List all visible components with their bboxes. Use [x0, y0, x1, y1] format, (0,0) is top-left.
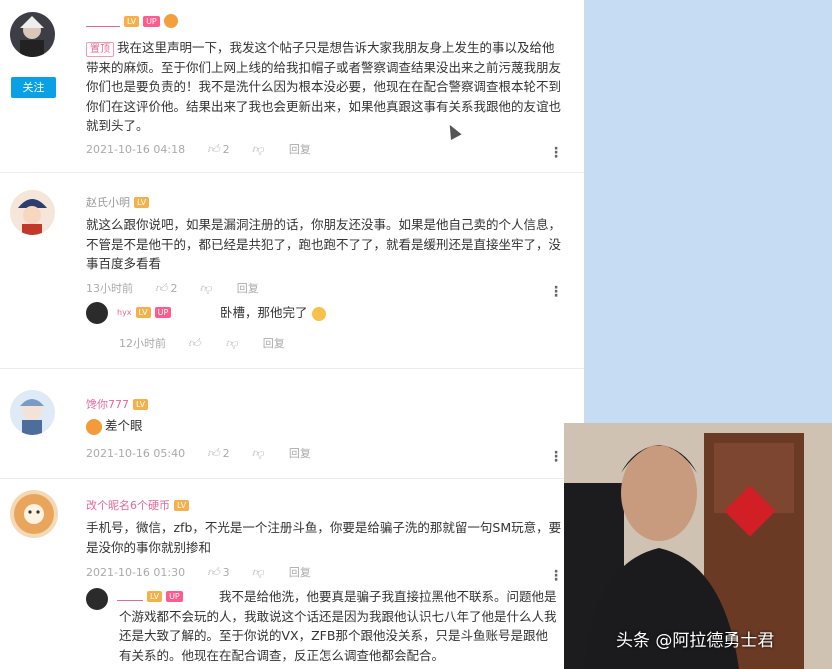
thumbs-down-icon: 👎︎	[251, 564, 264, 579]
level-badge: LV	[124, 15, 140, 27]
thumbs-up-icon: 👍︎	[207, 141, 220, 156]
timestamp: 12小时前	[119, 337, 166, 350]
avatar[interactable]	[10, 12, 55, 57]
dislike-button[interactable]: 👎︎	[252, 446, 267, 461]
comment-header: 赵氏小明 LV	[86, 194, 150, 210]
thumbs-up-icon: 👍︎	[188, 335, 201, 350]
level-badge: LV	[133, 398, 149, 410]
avatar[interactable]	[10, 190, 55, 235]
up-badge: UP	[143, 15, 160, 27]
reply-text: 卧槽，那他完了	[220, 303, 326, 323]
dislike-button[interactable]: 👎︎	[226, 336, 241, 351]
timestamp: 13小时前	[86, 282, 133, 295]
comment-meta: 2021-10-16 05:40 👍︎ 2 👎︎ 回复	[86, 445, 333, 461]
timestamp: 2021-10-16 04:18	[86, 142, 186, 156]
reply-button[interactable]: 回复	[289, 141, 311, 157]
like-button[interactable]: 👍︎ 2	[155, 281, 178, 296]
reply-header: hyx LV UP	[117, 307, 172, 318]
medal-icon	[163, 14, 178, 28]
avatar[interactable]	[10, 490, 58, 538]
comment-text: 就这么跟你说吧，如果是漏洞注册的话，你朋友还没事。如果是他自己卖的个人信息，不管…	[86, 217, 562, 271]
reply-button[interactable]: 回复	[237, 280, 259, 296]
thumbs-down-icon: 👎︎	[225, 335, 238, 350]
comment-header: 馋你777 LV	[86, 396, 149, 412]
timestamp: 2021-10-16 01:30	[86, 565, 186, 579]
comment-item: 改个昵名6个硬币 LV 手机号，微信，zfb，不光是一个注册斗鱼，你要是给骗子洗…	[0, 484, 584, 669]
like-button[interactable]: 👍︎ 2	[207, 446, 230, 461]
more-vertical-icon[interactable]: ⋮	[549, 146, 563, 160]
reply-button[interactable]: 回复	[289, 445, 311, 461]
comment-text: 手机号，微信，zfb，不光是一个注册斗鱼，你要是给骗子洗的那就留一句SM玩意，要…	[86, 520, 562, 555]
reply-meta: 12小时前 👍︎ 👎︎ 回复	[119, 335, 307, 351]
timestamp: 2021-10-16 05:40	[86, 446, 186, 460]
like-button[interactable]: 👍︎ 3	[207, 565, 230, 580]
divider	[0, 172, 584, 173]
username[interactable]: 赵氏小明	[86, 194, 130, 210]
comment-item: 关注 LV UP 置顶 我在这里声明一下，我发这个帖子只是想告诉大家我朋友身上发生…	[0, 0, 584, 170]
thumbs-up-icon: 👍︎	[155, 280, 168, 295]
follow-button[interactable]: 关注	[11, 77, 56, 98]
comment-item: 馋你777 LV 差个眼 2021-10-16 05:40 👍︎ 2 👎︎ 回复 …	[0, 378, 584, 478]
dislike-button[interactable]: 👎︎	[252, 142, 267, 157]
watermark: 头条 @阿拉德勇士君	[616, 631, 775, 651]
thumbs-down-icon: 👎︎	[199, 280, 212, 295]
comment-list: 关注 LV UP 置顶 我在这里声明一下，我发这个帖子只是想告诉大家我朋友身上发生…	[0, 0, 584, 669]
username[interactable]: 改个昵名6个硬币	[86, 497, 170, 513]
comment-text: 差个眼	[86, 416, 143, 436]
thumbs-up-icon: 👍︎	[207, 564, 220, 579]
avatar[interactable]	[10, 390, 55, 435]
comment-meta: 13小时前 👍︎ 2 👎︎ 回复	[86, 280, 281, 296]
username[interactable]: 馋你777	[86, 396, 129, 412]
pinned-tag: 置顶	[86, 42, 114, 57]
more-vertical-icon[interactable]: ⋮	[549, 569, 563, 583]
username[interactable]	[86, 16, 120, 27]
level-badge: LV	[134, 196, 150, 208]
level-badge: LV	[174, 499, 190, 511]
avatar[interactable]	[86, 588, 108, 610]
like-button[interactable]: 👍︎ 2	[207, 142, 230, 157]
more-vertical-icon[interactable]: ⋮	[549, 450, 563, 464]
up-badge: UP	[154, 307, 172, 318]
thumbs-down-icon: 👎︎	[251, 141, 264, 156]
comment-text: 置顶 我在这里声明一下，我发这个帖子只是想告诉大家我朋友身上发生的事以及给他带来的…	[86, 40, 562, 133]
more-vertical-icon[interactable]: ⋮	[549, 285, 563, 299]
level-badge: LV	[135, 307, 151, 318]
comment-header: LV UP	[86, 14, 178, 28]
emoji-icon	[311, 306, 326, 321]
reply-button[interactable]: 回复	[263, 335, 285, 351]
reply-button[interactable]: 回复	[289, 564, 311, 580]
emoji-icon	[86, 418, 102, 435]
dislike-button[interactable]: 👎︎	[200, 281, 215, 296]
divider	[0, 368, 584, 369]
comment-header: 改个昵名6个硬币 LV	[86, 497, 190, 513]
thumbs-down-icon: 👎︎	[251, 445, 264, 460]
comment-item: 赵氏小明 LV 就这么跟你说吧，如果是漏洞注册的话，你朋友还没事。如果是他自己卖…	[0, 178, 584, 368]
like-button[interactable]: 👍︎	[188, 336, 204, 351]
comment-meta: 2021-10-16 01:30 👍︎ 3 👎︎ 回复	[86, 564, 333, 580]
divider	[0, 478, 584, 479]
reply-text: 我不是给他洗，他要真是骗子我直接拉黑他不联系。问题他是个游戏都不会玩的人，我敢说…	[119, 589, 557, 663]
comment-meta: 2021-10-16 04:18 👍︎ 2 👎︎ 回复	[86, 141, 333, 157]
thumbs-up-icon: 👍︎	[207, 445, 220, 460]
avatar[interactable]	[86, 302, 108, 324]
username[interactable]: hyx	[117, 308, 132, 317]
dislike-button[interactable]: 👎︎	[252, 565, 267, 580]
